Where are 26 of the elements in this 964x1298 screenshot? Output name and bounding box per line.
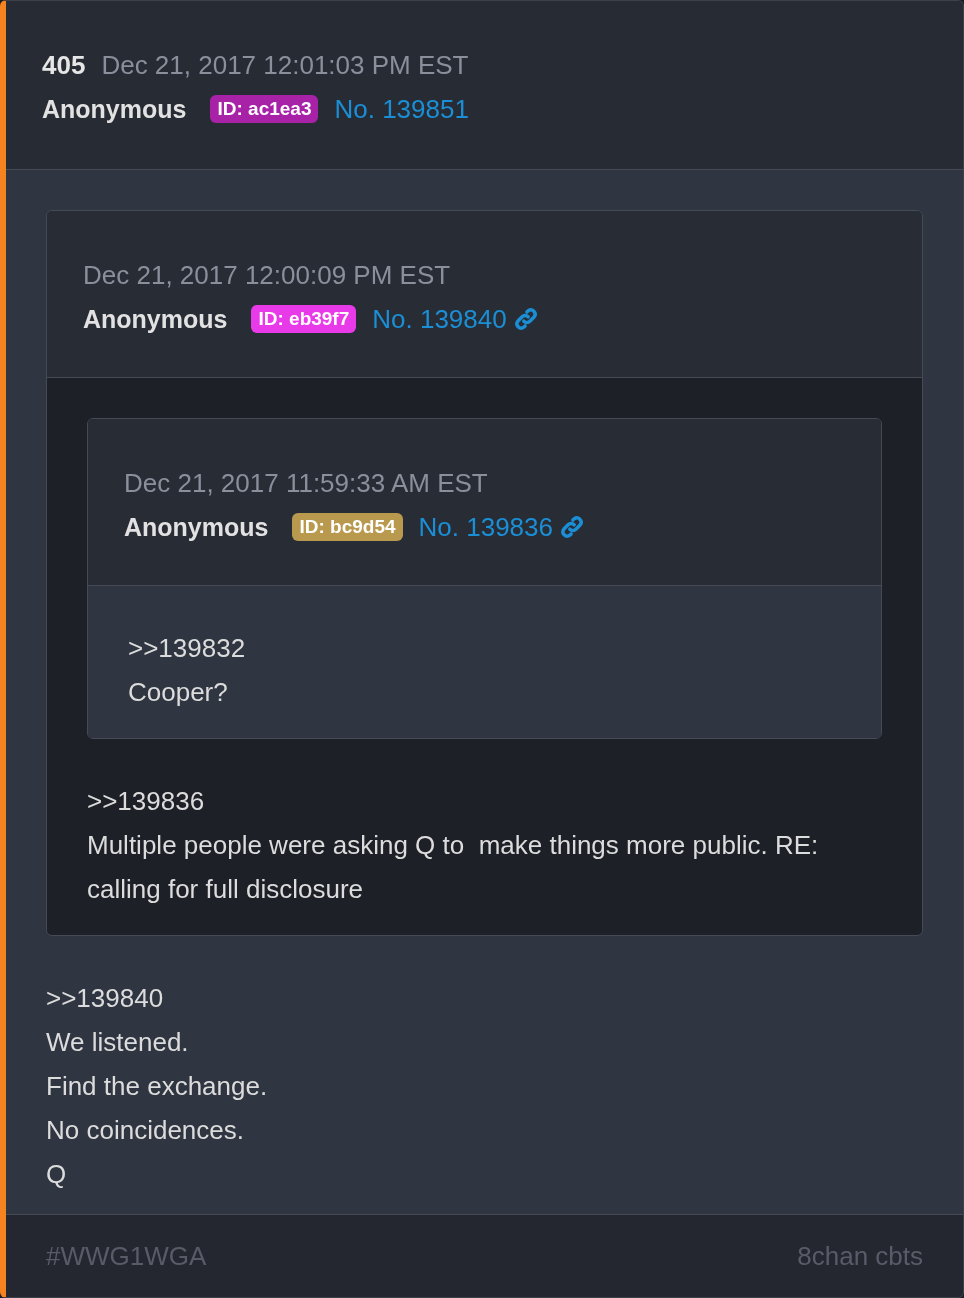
poster-id-badge: ID: bc9d54 bbox=[292, 513, 403, 541]
post-timestamp: Dec 21, 2017 11:59:33 AM EST bbox=[124, 467, 488, 500]
post-timestamp: Dec 21, 2017 12:00:09 PM EST bbox=[83, 259, 451, 292]
author-name: Anonymous bbox=[83, 304, 228, 335]
post-text-line: We listened. bbox=[46, 1026, 190, 1059]
post-text-line: Cooper? bbox=[128, 676, 229, 709]
post-text-line: >>139832 bbox=[128, 632, 247, 665]
post-timestamp: Dec 21, 2017 12:01:03 PM EST bbox=[101, 49, 469, 82]
author-name: Anonymous bbox=[42, 94, 187, 125]
link-icon[interactable] bbox=[512, 306, 539, 332]
post-count: 405 bbox=[42, 49, 86, 82]
post-text-line: >>139840 bbox=[46, 982, 165, 1015]
post-text-line: Multiple people were asking Q to make things more public. RE: calling for full disclosure bbox=[87, 829, 820, 906]
hashtag-text: #WWG1WGA bbox=[46, 1240, 207, 1272]
post-number-link[interactable]: No. 139840 bbox=[372, 297, 507, 341]
post-text-line: Find the exchange. bbox=[46, 1070, 269, 1103]
post-number-link[interactable]: No. 139836 bbox=[418, 505, 553, 549]
post-text-line: Q bbox=[46, 1158, 68, 1191]
post-text-line: No coincidences. bbox=[46, 1114, 245, 1147]
source-label: 8chan cbts bbox=[797, 1240, 923, 1272]
link-icon[interactable] bbox=[559, 514, 585, 540]
author-name: Anonymous bbox=[124, 512, 269, 543]
poster-id-badge: ID: eb39f7 bbox=[251, 305, 357, 333]
post-text-line: >>139836 bbox=[87, 785, 206, 818]
post-number-link[interactable]: No. 139851 bbox=[334, 87, 469, 131]
poster-id-badge: ID: ac1ea3 bbox=[210, 95, 319, 123]
